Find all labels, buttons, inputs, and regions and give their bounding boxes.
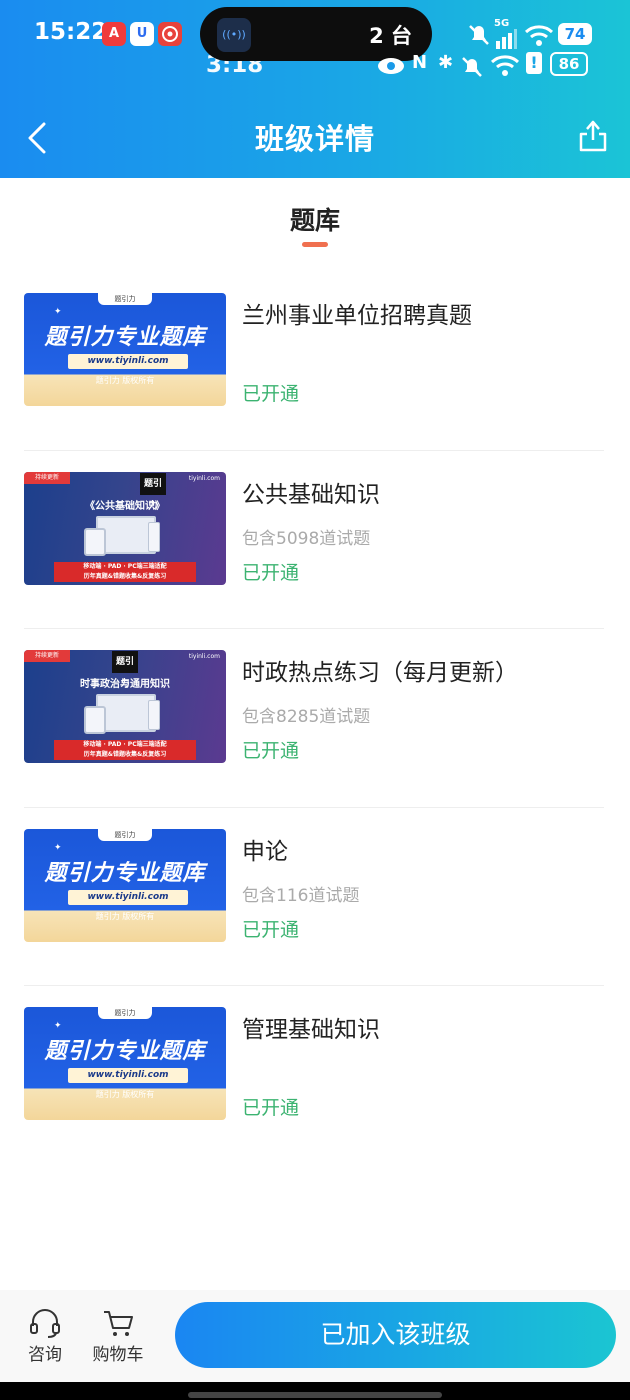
consult-button[interactable]: 咨询	[15, 1308, 75, 1365]
eye-icon	[378, 58, 404, 74]
thumb-url: www.tiyinli.com	[68, 1068, 188, 1083]
thumb-brand: 题引力专业题库	[44, 860, 206, 886]
signal-icon	[496, 29, 517, 49]
wifi-icon	[524, 25, 554, 46]
course-status: 已开通	[242, 1097, 300, 1119]
section-title: 题库	[289, 206, 340, 235]
broadcast-icon: ((•))	[217, 18, 251, 52]
course-item[interactable]: 题引力 ✦ 题引力专业题库 www.tiyinli.com 题引力 版权所有 管…	[24, 986, 604, 1165]
thumb-banner-line2: 历年真题&错题收集&反复练习	[83, 751, 167, 758]
course-name: 管理基础知识	[242, 1017, 380, 1043]
course-status: 已开通	[242, 918, 300, 941]
course-name: 公共基础知识	[242, 481, 380, 508]
star-icon: ✦	[54, 842, 62, 853]
star-icon: ✦	[54, 1021, 62, 1031]
course-thumbnail: 题引力 ✦ 题引力专业题库 www.tiyinli.com 题引力 版权所有	[24, 1007, 226, 1120]
thumb-brand: 题引力专业题库	[44, 1039, 206, 1064]
thumb-title: 《公共基础知识》	[85, 500, 165, 512]
header: 15:22 A U 3:18 ((•)) 2 台 5G 74 N ✱ ! 86 …	[0, 0, 630, 178]
status-time: 15:22	[34, 19, 108, 45]
course-thumbnail: 题引力 ✦ 题引力专业题库 www.tiyinli.com 题引力 版权所有	[24, 293, 226, 406]
tablet-icon	[84, 527, 106, 556]
status-bar: 15:22 A U 3:18 ((•)) 2 台 5G 74 N ✱ ! 86	[0, 0, 630, 78]
mute-bell-2-icon	[462, 57, 482, 77]
alert-icon: !	[526, 52, 542, 74]
thumb-banner-line1: 移动端 · PAD · PC端三端适配	[83, 562, 167, 570]
wifi-2-icon	[490, 55, 520, 76]
course-thumbnail: 题引力 ✦ 题引力专业题库 www.tiyinli.com 题引力 版权所有	[24, 828, 226, 942]
course-name: 申论	[242, 838, 288, 865]
thumb-tab: 题引力	[98, 1007, 152, 1019]
thumb-title: 时事政治与通用知识	[80, 679, 170, 690]
thumb-brand: 题引力专业题库	[44, 325, 206, 350]
thumb-copyright: 题引力 版权所有	[95, 376, 155, 385]
thumb-tab: 题引力	[98, 828, 152, 841]
page-title: 班级详情	[254, 122, 375, 156]
thumb-logo: 题引力	[112, 651, 138, 689]
home-indicator[interactable]	[188, 1392, 442, 1398]
cart-button[interactable]: 购物车	[88, 1308, 148, 1365]
thumb-banner-line2: 历年真题&错题收集&反复练习	[83, 572, 167, 580]
thumb-url: www.tiyinli.com	[68, 889, 188, 905]
battery-indicator: 74	[558, 23, 592, 45]
star-icon: ✦	[54, 307, 62, 317]
cart-label: 购物车	[92, 1345, 144, 1365]
course-item[interactable]: 题引力 ✦ 题引力专业题库 www.tiyinli.com 题引力 版权所有 申…	[24, 808, 604, 986]
app-a-icon: A	[102, 22, 126, 46]
island-text: 2 台	[369, 24, 412, 48]
course-status: 已开通	[242, 561, 300, 584]
joined-class-button[interactable]: 已加入该班级	[175, 1302, 616, 1368]
share-icon[interactable]	[576, 116, 610, 156]
course-list: 题引力 ✦ 题引力专业题库 www.tiyinli.com 题引力 版权所有 兰…	[24, 272, 604, 1165]
bottom-bar: 咨询 购物车 已加入该班级	[0, 1290, 630, 1382]
consult-label: 咨询	[28, 1345, 62, 1365]
thumb-logo: 题引力	[140, 472, 166, 511]
course-name: 兰州事业单位招聘真题	[242, 303, 472, 329]
phone-icon	[148, 700, 160, 730]
tablet-icon	[84, 706, 106, 734]
course-count: 包含8285道试题	[242, 707, 371, 727]
section-underline	[302, 242, 328, 247]
thumb-ribbon: 持续更新	[24, 650, 70, 662]
course-count: 包含5098道试题	[242, 528, 371, 549]
course-thumbnail: 持续更新 题引力 tiyinli.com 时事政治与通用知识 移动端 · PAD…	[24, 650, 226, 763]
course-item[interactable]: 持续更新 题引力 tiyinli.com 《公共基础知识》 移动端 · PAD …	[24, 451, 604, 629]
course-item[interactable]: 题引力 ✦ 题引力专业题库 www.tiyinli.com 题引力 版权所有 兰…	[24, 272, 604, 451]
thumb-ribbon: 持续更新	[24, 471, 70, 484]
thumb-site: tiyinli.com	[188, 474, 220, 482]
course-item[interactable]: 持续更新 题引力 tiyinli.com 时事政治与通用知识 移动端 · PAD…	[24, 629, 604, 808]
course-count: 包含116道试题	[242, 885, 360, 906]
thumb-banner: 移动端 · PAD · PC端三端适配 历年真题&错题收集&反复练习	[54, 561, 196, 582]
thumb-copyright: 题引力 版权所有	[95, 1090, 155, 1099]
battery-indicator-ghost: 86	[550, 52, 588, 76]
bluetooth-icon: ✱	[438, 52, 454, 73]
app-seal-icon	[158, 22, 182, 46]
course-thumbnail: 持续更新 题引力 tiyinli.com 《公共基础知识》 移动端 · PAD …	[24, 471, 226, 585]
course-status: 已开通	[242, 383, 300, 405]
thumb-site: tiyinli.com	[188, 653, 220, 660]
thumb-tab: 题引力	[98, 293, 152, 305]
thumb-banner: 移动端 · PAD · PC端三端适配 历年真题&错题收集&反复练习	[54, 740, 196, 760]
nfc-icon: N	[412, 52, 428, 73]
headset-icon	[30, 1309, 60, 1338]
thumb-url: www.tiyinli.com	[68, 354, 188, 369]
thumb-banner-line1: 移动端 · PAD · PC端三端适配	[83, 741, 167, 748]
thumb-copyright: 题引力 版权所有	[95, 911, 155, 921]
screen: 15:22 A U 3:18 ((•)) 2 台 5G 74 N ✱ ! 86 …	[0, 0, 630, 1400]
course-status: 已开通	[242, 740, 300, 762]
course-name: 时政热点练习（每月更新）	[242, 660, 518, 686]
cart-icon	[104, 1311, 133, 1336]
app-u-icon: U	[130, 22, 154, 46]
mute-bell-icon	[469, 25, 489, 45]
phone-icon	[148, 521, 160, 552]
